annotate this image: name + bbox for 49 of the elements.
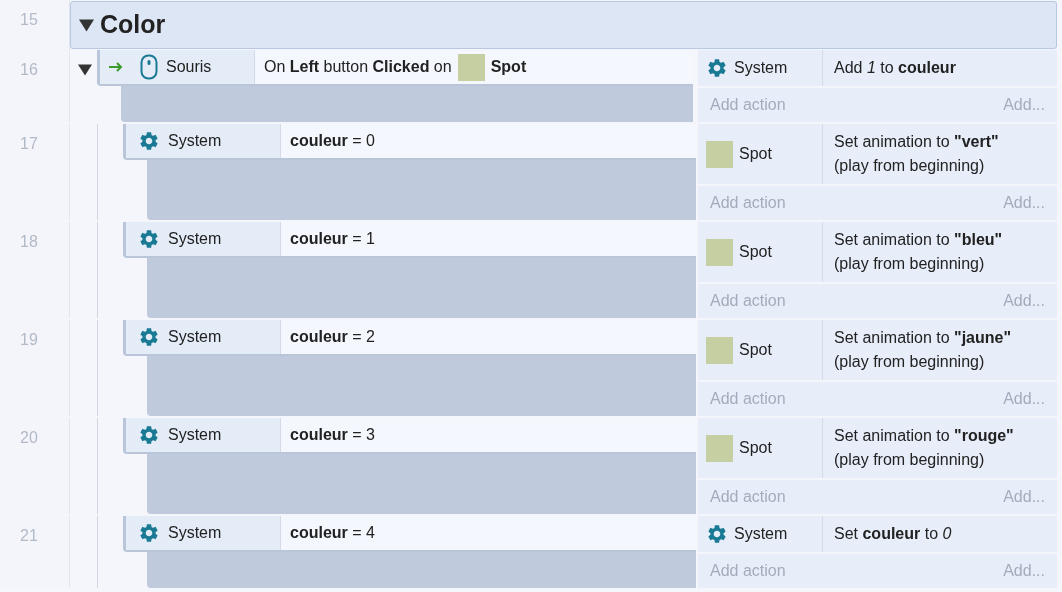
- condition-text[interactable]: couleur = 4: [281, 516, 696, 550]
- gear-icon: [138, 424, 160, 446]
- condition-text[interactable]: On Left button Clicked on Spot: [255, 50, 693, 84]
- condition-object[interactable]: System: [126, 320, 281, 354]
- sprite-thumbnail-icon: [706, 238, 733, 266]
- action-text[interactable]: Set animation to "bleu" (play from beginning): [834, 228, 1003, 276]
- gear-icon: [138, 130, 160, 152]
- expanded-triangle-icon[interactable]: [78, 63, 92, 77]
- sprite-thumbnail-icon: [457, 53, 485, 81]
- mouse-icon: [140, 54, 158, 80]
- action-text[interactable]: Set animation to "rouge" (play from beginning): [834, 424, 1014, 472]
- condition-text[interactable]: couleur = 3: [281, 418, 696, 452]
- action-object[interactable]: Spot: [698, 320, 823, 380]
- sprite-thumbnail-icon: [706, 140, 733, 168]
- gear-icon: [138, 228, 160, 250]
- condition-object[interactable]: Souris: [100, 50, 255, 84]
- line-number: 21: [20, 527, 38, 544]
- line-number: 15: [20, 11, 38, 28]
- condition-object[interactable]: System: [126, 418, 281, 452]
- gear-icon: [706, 57, 728, 79]
- condition-text[interactable]: couleur = 1: [281, 222, 696, 256]
- sprite-thumbnail-icon: [706, 434, 733, 462]
- trigger-arrow-icon: [108, 61, 124, 73]
- action-text[interactable]: Set animation to "vert" (play from beginning): [834, 130, 999, 178]
- group-header[interactable]: Color: [70, 1, 1057, 49]
- action-object[interactable]: Spot: [698, 222, 823, 282]
- line-number: 19: [20, 331, 38, 348]
- action-text[interactable]: Set couleur to 0: [834, 522, 952, 546]
- action-object[interactable]: Spot: [698, 124, 823, 184]
- condition-object[interactable]: System: [126, 516, 281, 550]
- gear-icon: [138, 326, 160, 348]
- condition-text[interactable]: couleur = 0: [281, 124, 696, 158]
- expanded-triangle-icon[interactable]: [79, 17, 94, 33]
- condition-object[interactable]: System: [126, 124, 281, 158]
- condition-text[interactable]: couleur = 2: [281, 320, 696, 354]
- action-object[interactable]: Spot: [698, 418, 823, 478]
- sprite-thumbnail-icon: [706, 336, 733, 364]
- action-text[interactable]: Set animation to "jaune" (play from beginning): [834, 326, 1012, 374]
- gear-icon: [138, 522, 160, 544]
- line-number: 16: [20, 61, 38, 78]
- line-number: 17: [20, 135, 38, 152]
- action-object[interactable]: System: [698, 516, 823, 552]
- action-object[interactable]: System: [698, 50, 823, 86]
- condition-object[interactable]: System: [126, 222, 281, 256]
- action-text[interactable]: Add 1 to couleur: [834, 56, 956, 80]
- gear-icon: [706, 523, 728, 545]
- line-number: 20: [20, 429, 38, 446]
- group-title: Color: [100, 9, 166, 41]
- line-number: 18: [20, 233, 38, 250]
